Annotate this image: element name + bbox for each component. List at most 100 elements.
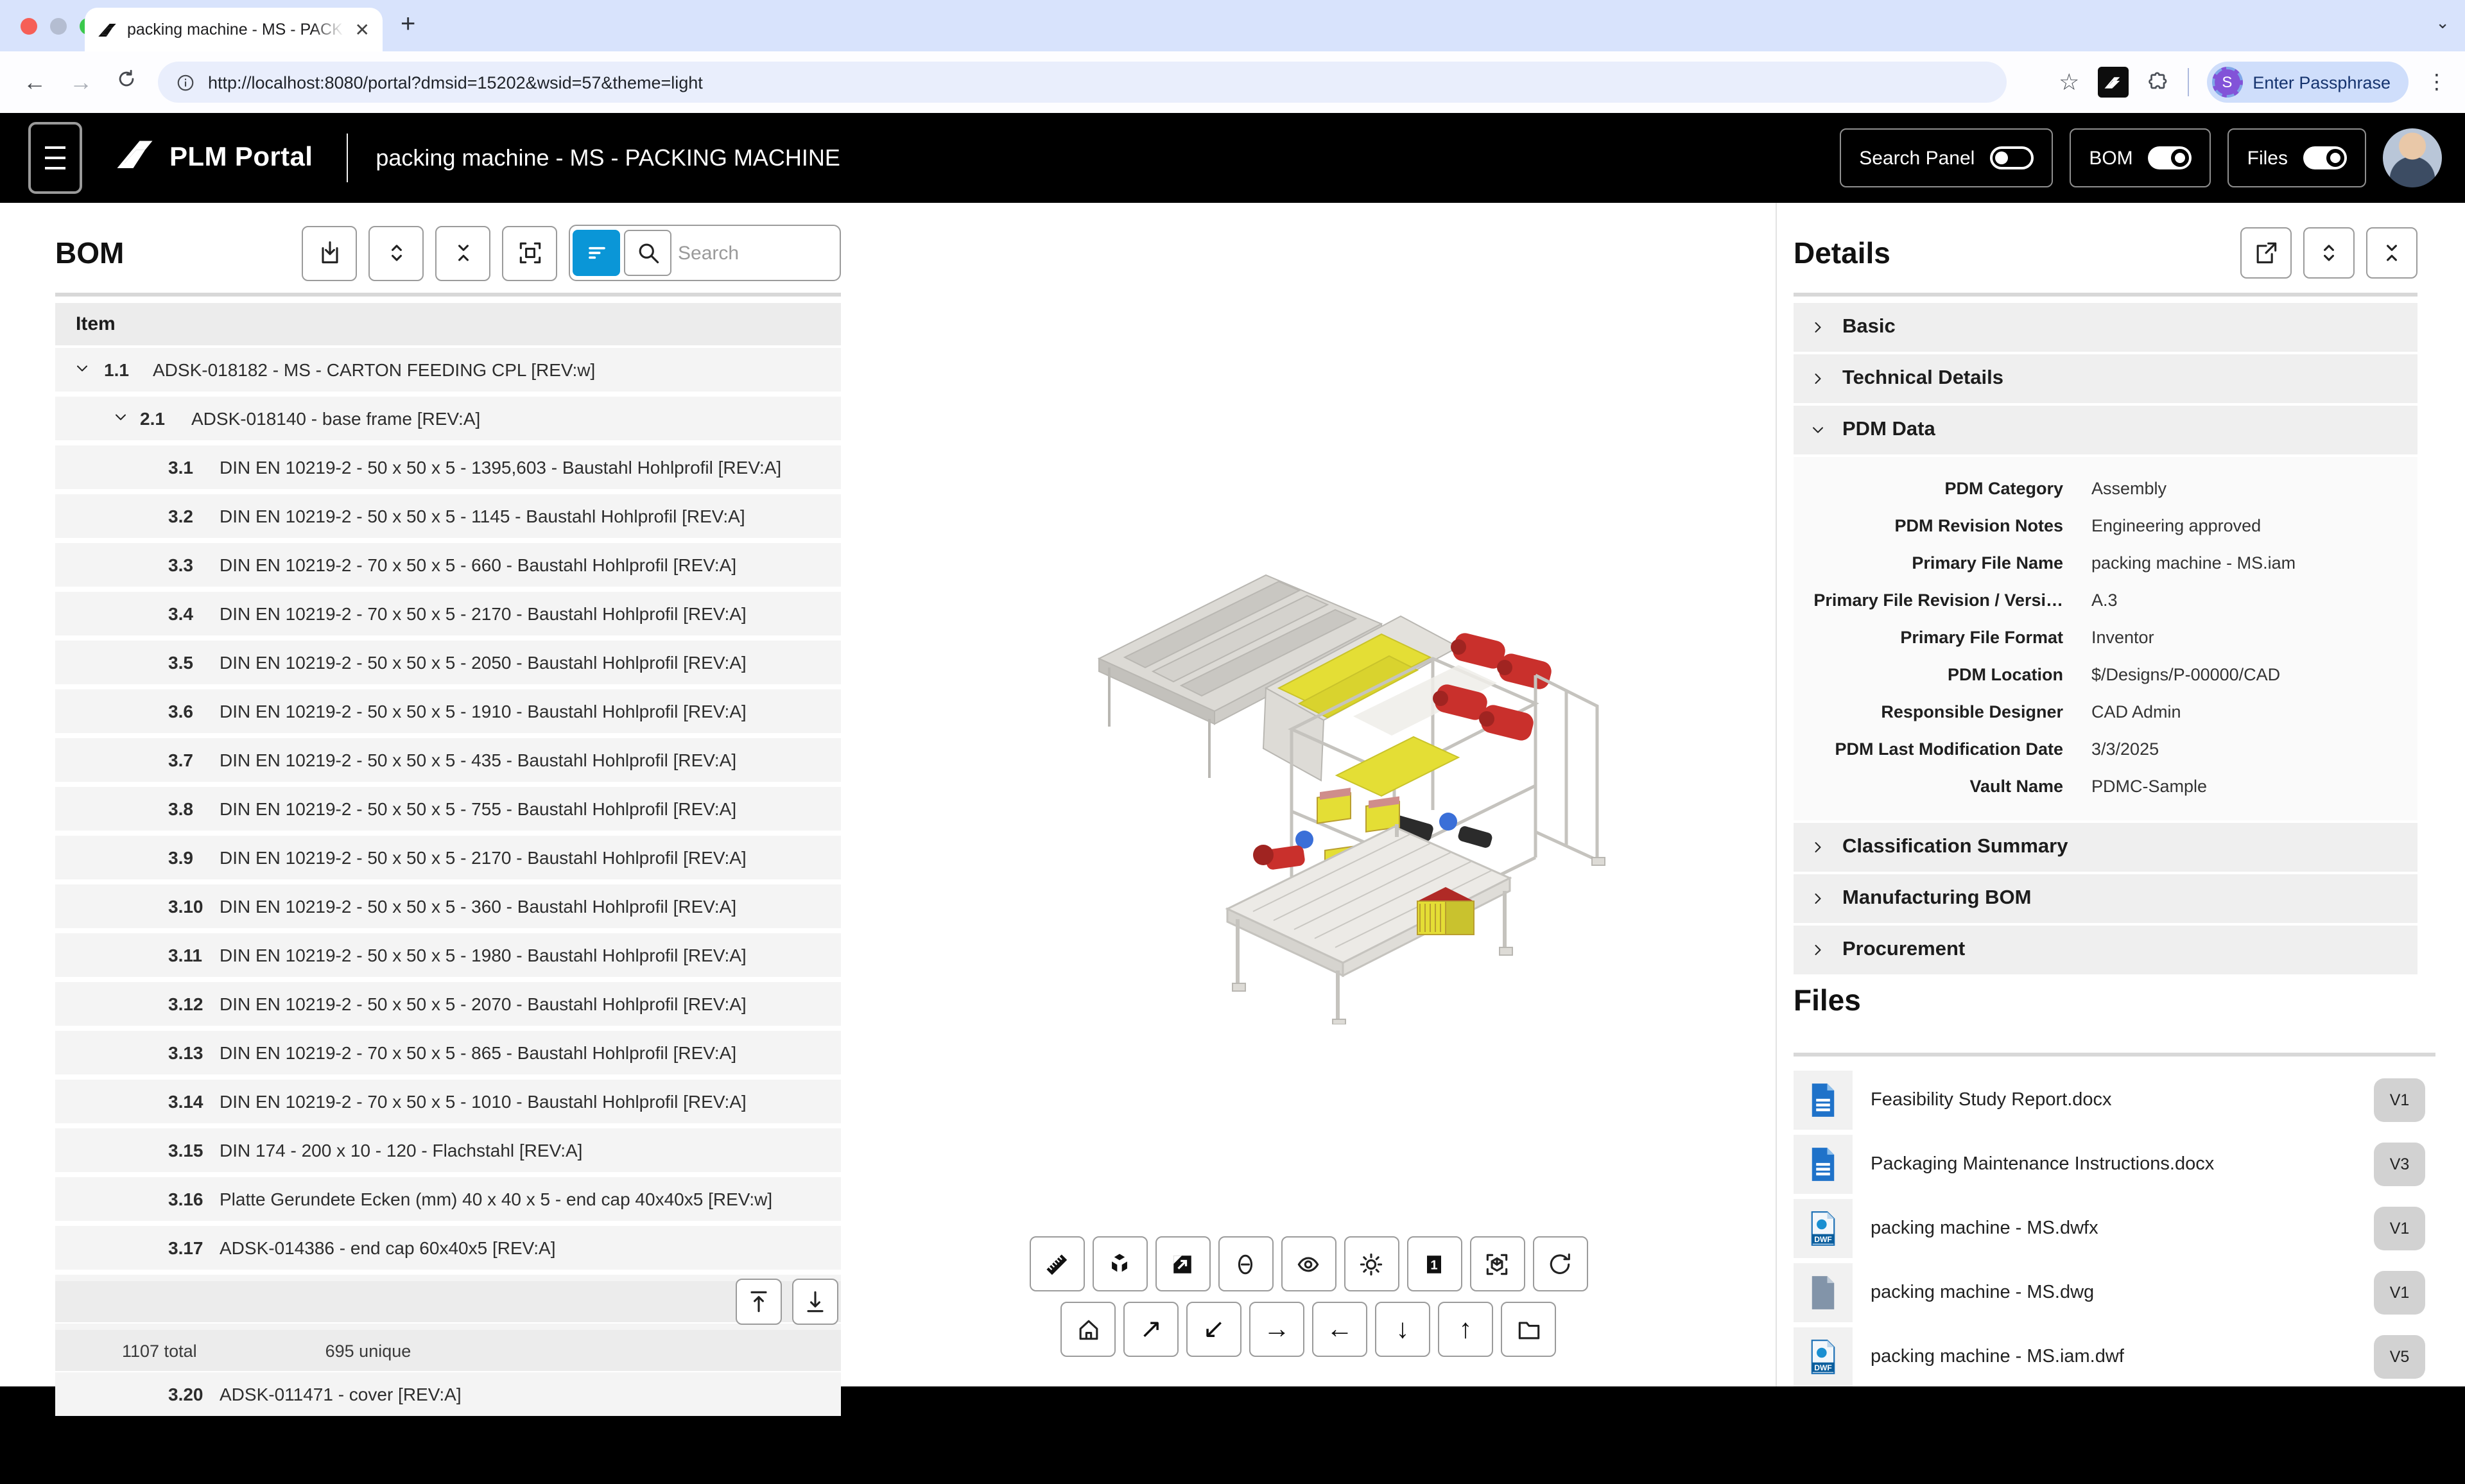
bom-row[interactable]: 3.8DIN EN 10219-2 - 50 x 50 x 5 - 755 - … — [55, 787, 841, 831]
file-name[interactable]: packing machine - MS.iam.dwf — [1871, 1347, 2374, 1367]
browser-tab[interactable]: packing machine - MS - PACK ✕ — [85, 8, 383, 51]
arrow-ne-button[interactable]: ↗ — [1123, 1302, 1179, 1357]
folder-button[interactable] — [1501, 1302, 1556, 1357]
bom-row[interactable]: 3.12DIN EN 10219-2 - 50 x 50 x 5 - 2070 … — [55, 982, 841, 1026]
new-tab-button[interactable]: + — [401, 10, 415, 40]
bom-row[interactable]: 3.17ADSK-014386 - end cap 60x40x5 [REV:A… — [55, 1226, 841, 1270]
bom-row[interactable]: 3.20ADSK-011471 - cover [REV:A] — [55, 1372, 841, 1416]
file-row[interactable]: packing machine - MS.dwgV1 — [1794, 1263, 2435, 1322]
toggle-switch[interactable] — [2149, 146, 2192, 169]
reload-icon[interactable] — [116, 68, 137, 96]
section-classification-summary[interactable]: Classification Summary — [1794, 823, 2417, 872]
bom-row[interactable]: 3.5DIN EN 10219-2 - 50 x 50 x 5 - 2050 -… — [55, 641, 841, 684]
address-bar[interactable]: http://localhost:8080/portal?dmsid=15202… — [158, 62, 2007, 103]
site-info-icon[interactable] — [176, 73, 195, 92]
bom-row[interactable]: 3.1DIN EN 10219-2 - 50 x 50 x 5 - 1395,6… — [55, 445, 841, 489]
file-row[interactable]: DWFpacking machine - MS.iam.dwfV5 — [1794, 1327, 2435, 1386]
bom-export-button[interactable] — [302, 225, 357, 280]
autodesk-extension-icon[interactable] — [2097, 67, 2128, 98]
bom-row[interactable]: 2.1ADSK-018140 - base frame [REV:A] — [55, 397, 841, 440]
section-basic[interactable]: Basic — [1794, 303, 2417, 352]
bom-collapse-all-button[interactable] — [435, 225, 490, 280]
first-person-button[interactable]: 1 — [1406, 1236, 1462, 1291]
file-name[interactable]: packing machine - MS.dwfx — [1871, 1218, 2374, 1239]
bom-row[interactable]: 3.15DIN 174 - 200 x 10 - 120 - Flachstah… — [55, 1128, 841, 1172]
passphrase-button[interactable]: S Enter Passphrase — [2206, 62, 2409, 103]
bom-row[interactable]: 3.10DIN EN 10219-2 - 50 x 50 x 5 - 360 -… — [55, 884, 841, 928]
toggle-bom[interactable]: BOM — [2070, 128, 2211, 187]
fit-view-button[interactable] — [1469, 1236, 1525, 1291]
chevron-right-icon[interactable] — [1809, 838, 1827, 856]
section-procurement[interactable]: Procurement — [1794, 926, 2417, 974]
file-name[interactable]: packing machine - MS.dwg — [1871, 1282, 2374, 1303]
orbit-button[interactable] — [1532, 1236, 1587, 1291]
bom-search-button[interactable] — [624, 230, 671, 276]
measure-button[interactable] — [1029, 1236, 1084, 1291]
chevron-down-icon[interactable] — [1809, 421, 1827, 439]
user-avatar[interactable] — [2383, 128, 2442, 187]
bom-row[interactable]: 1.1ADSK-018182 - MS - CARTON FEEDING CPL… — [55, 348, 841, 392]
toggle-search-panel[interactable]: Search Panel — [1840, 128, 2053, 187]
details-expand-all-button[interactable] — [2303, 227, 2355, 279]
file-name[interactable]: Feasibility Study Report.docx — [1871, 1090, 2374, 1110]
arrow-down-button[interactable]: ↓ — [1375, 1302, 1430, 1357]
toggle-files[interactable]: Files — [2228, 128, 2366, 187]
viewer-3d-model[interactable] — [1073, 524, 1625, 1024]
file-row[interactable]: Packaging Maintenance Instructions.docxV… — [1794, 1135, 2435, 1194]
scroll-to-bottom-button[interactable] — [792, 1279, 838, 1325]
file-row[interactable]: Feasibility Study Report.docxV1 — [1794, 1071, 2435, 1130]
bom-row[interactable]: 3.11DIN EN 10219-2 - 50 x 50 x 5 - 1980 … — [55, 933, 841, 977]
bom-row[interactable]: 3.4DIN EN 10219-2 - 70 x 50 x 5 - 2170 -… — [55, 592, 841, 635]
bom-expand-all-button[interactable] — [368, 225, 424, 280]
details-collapse-all-button[interactable] — [2366, 227, 2417, 279]
section-technical-details[interactable]: Technical Details — [1794, 354, 2417, 403]
back-icon[interactable]: ← — [23, 69, 46, 96]
bom-fullscreen-button[interactable] — [502, 225, 557, 280]
bom-filter-button[interactable] — [573, 230, 620, 276]
close-window-button[interactable] — [21, 18, 37, 35]
extensions-puzzle-icon[interactable] — [2146, 71, 2169, 94]
browser-menu-icon[interactable]: ⋮ — [2426, 69, 2447, 95]
file-name[interactable]: Packaging Maintenance Instructions.docx — [1871, 1154, 2374, 1175]
arrow-up-button[interactable]: ↑ — [1438, 1302, 1493, 1357]
bom-row[interactable]: 3.7DIN EN 10219-2 - 50 x 50 x 5 - 435 - … — [55, 738, 841, 782]
chevron-down-icon[interactable] — [112, 408, 130, 429]
tab-search-icon[interactable]: ⌄ — [2435, 13, 2450, 33]
toggle-switch[interactable] — [1990, 146, 2034, 169]
arrow-sw-button[interactable]: ↙ — [1186, 1302, 1241, 1357]
chevron-right-icon[interactable] — [1809, 370, 1827, 388]
scroll-to-top-button[interactable] — [736, 1279, 782, 1325]
bom-row[interactable]: 3.13DIN EN 10219-2 - 70 x 50 x 5 - 865 -… — [55, 1031, 841, 1074]
screenshot-button[interactable] — [1155, 1236, 1210, 1291]
chevron-right-icon[interactable] — [1809, 318, 1827, 336]
chevron-right-icon[interactable] — [1809, 941, 1827, 959]
arrow-left-button[interactable]: ← — [1312, 1302, 1367, 1357]
profile-avatar-badge: S — [2211, 67, 2242, 98]
arrow-right-button[interactable]: → — [1249, 1302, 1304, 1357]
bom-search-input[interactable] — [675, 241, 837, 265]
show-button[interactable] — [1281, 1236, 1336, 1291]
bom-row[interactable]: 3.14DIN EN 10219-2 - 70 x 50 x 5 - 1010 … — [55, 1080, 841, 1123]
file-row[interactable]: DWFpacking machine - MS.dwfxV1 — [1794, 1199, 2435, 1258]
close-tab-icon[interactable]: ✕ — [355, 21, 370, 39]
url-text[interactable]: http://localhost:8080/portal?dmsid=15202… — [208, 73, 703, 92]
hide-button[interactable] — [1218, 1236, 1273, 1291]
section-manufacturing-bom[interactable]: Manufacturing BOM — [1794, 874, 2417, 923]
bom-row[interactable]: 3.3DIN EN 10219-2 - 70 x 50 x 5 - 660 - … — [55, 543, 841, 587]
home-button[interactable] — [1060, 1302, 1116, 1357]
details-open-external-button[interactable] — [2240, 227, 2292, 279]
section-pdm-data[interactable]: PDM Data — [1794, 406, 2417, 454]
minimize-window-button[interactable] — [50, 18, 67, 35]
bom-row[interactable]: 3.2DIN EN 10219-2 - 50 x 50 x 5 - 1145 -… — [55, 494, 841, 538]
chevron-down-icon[interactable] — [73, 359, 91, 381]
bookmark-star-icon[interactable]: ☆ — [2059, 69, 2079, 96]
forward-icon[interactable]: → — [69, 69, 92, 96]
bom-row[interactable]: 3.16Platte Gerundete Ecken (mm) 40 x 40 … — [55, 1177, 841, 1221]
brightness-button[interactable] — [1344, 1236, 1399, 1291]
main-menu-button[interactable] — [28, 122, 82, 194]
bom-row[interactable]: 3.9DIN EN 10219-2 - 50 x 50 x 5 - 2170 -… — [55, 836, 841, 879]
explode-button[interactable] — [1092, 1236, 1147, 1291]
bom-row[interactable]: 3.6DIN EN 10219-2 - 50 x 50 x 5 - 1910 -… — [55, 689, 841, 733]
toggle-switch[interactable] — [2303, 146, 2347, 169]
chevron-right-icon[interactable] — [1809, 890, 1827, 908]
